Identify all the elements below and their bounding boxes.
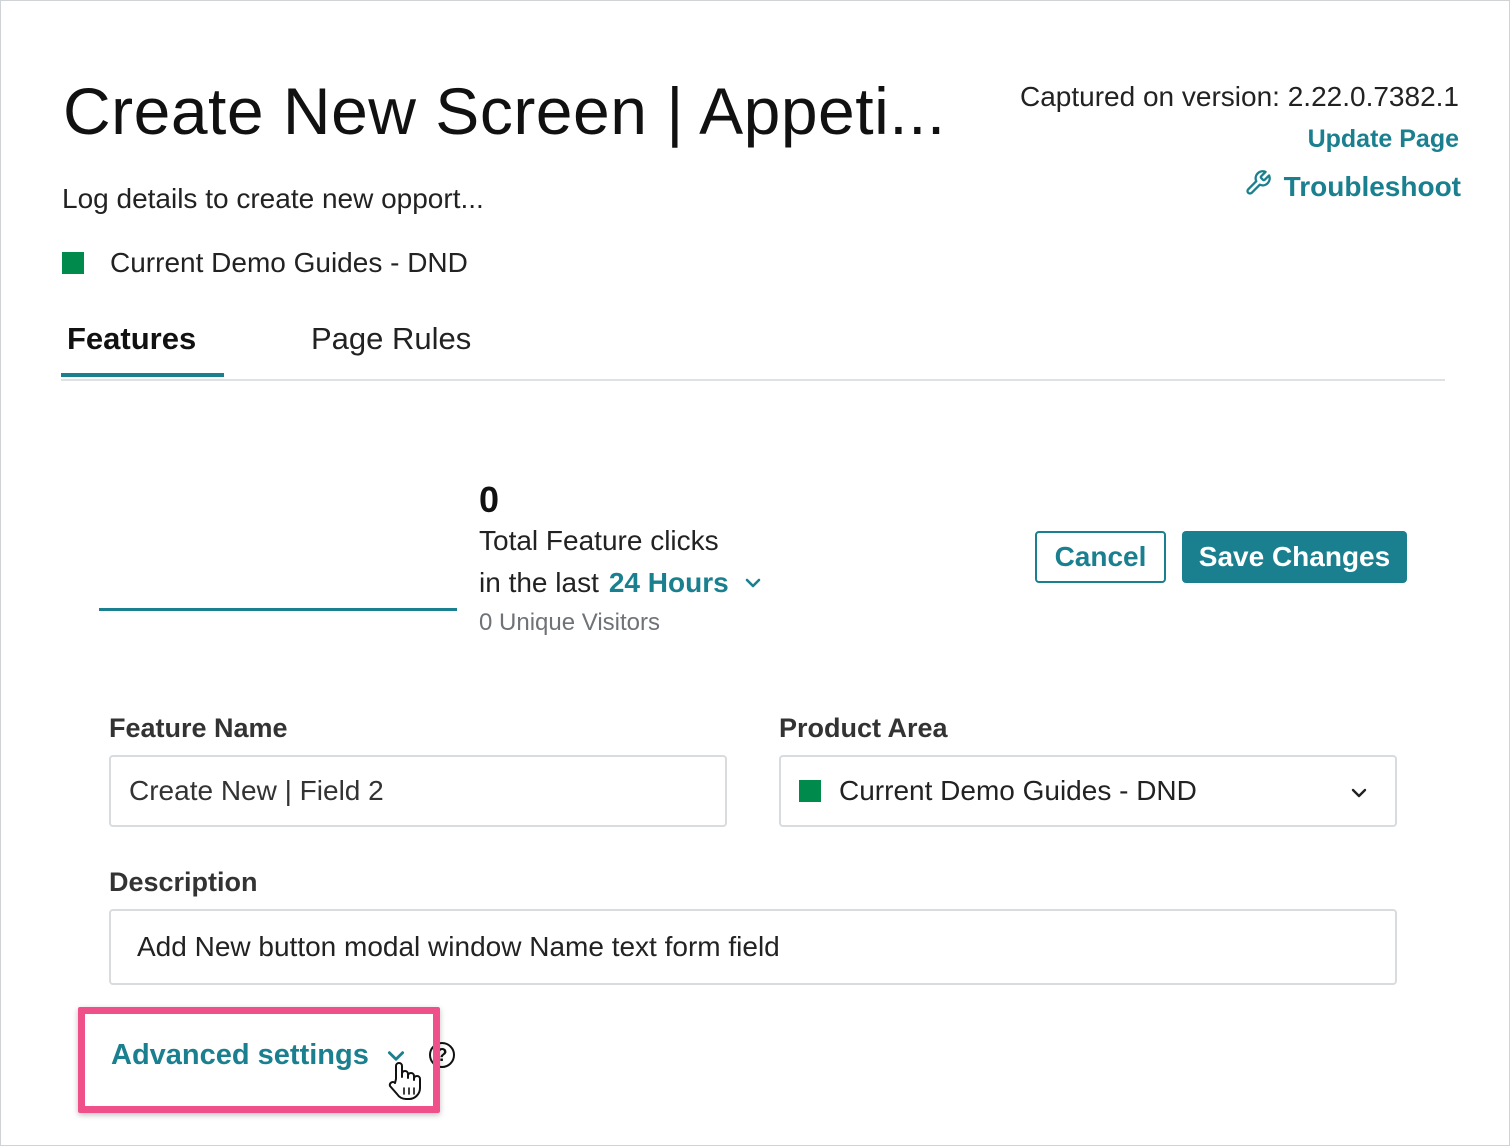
save-changes-button[interactable]: Save Changes xyxy=(1182,531,1407,583)
feature-name-label: Feature Name xyxy=(109,713,288,743)
version-text: Captured on version: 2.22.0.7382.1 xyxy=(1020,81,1459,112)
page-subtitle: Log details to create new opport... xyxy=(62,183,484,214)
time-range-prefix: in the last xyxy=(479,567,599,598)
troubleshoot-link[interactable]: Troubleshoot xyxy=(1244,169,1461,204)
cancel-button[interactable]: Cancel xyxy=(1035,531,1166,583)
chevron-down-icon[interactable] xyxy=(743,573,763,593)
help-icon[interactable]: ? xyxy=(429,1042,455,1068)
clicks-chart-line xyxy=(99,608,457,611)
wrench-icon xyxy=(1244,169,1284,204)
product-area-select-value: Current Demo Guides - DND xyxy=(839,775,1197,806)
page-frame: Create New Screen | Appeti... Log detail… xyxy=(0,0,1510,1146)
product-area-indicator: Current Demo Guides - DND xyxy=(62,247,468,279)
troubleshoot-label: Troubleshoot xyxy=(1283,170,1461,202)
product-area-swatch xyxy=(62,252,84,274)
tab-page-rules[interactable]: Page Rules xyxy=(311,321,471,357)
time-range-dropdown[interactable]: 24 Hours xyxy=(609,567,729,599)
description-label: Description xyxy=(109,867,258,897)
product-area-select[interactable]: Current Demo Guides - DND xyxy=(779,755,1397,827)
time-range-value: 24 Hours xyxy=(608,567,729,598)
hand-pointer-icon xyxy=(387,1061,423,1106)
product-area-label: Product Area xyxy=(779,713,948,743)
time-range-row: in the last 24 Hours xyxy=(479,567,763,599)
description-input[interactable]: Add New button modal window Name text fo… xyxy=(109,909,1397,985)
update-page-link[interactable]: Update Page xyxy=(1308,125,1459,154)
advanced-settings-toggle[interactable]: Advanced settings xyxy=(111,1039,407,1072)
description-value: Add New button modal window Name text fo… xyxy=(137,931,780,962)
advanced-settings-label: Advanced settings xyxy=(111,1039,369,1071)
tab-features[interactable]: Features xyxy=(60,321,225,377)
chevron-down-icon xyxy=(1349,783,1369,803)
clicks-count: 0 xyxy=(479,479,500,520)
page-title: Create New Screen | Appeti... xyxy=(63,74,946,148)
tab-bar: Features Page Rules xyxy=(60,321,1445,381)
clicks-label: Total Feature clicks xyxy=(479,525,719,556)
unique-visitors: 0 Unique Visitors xyxy=(479,609,660,636)
feature-name-input[interactable]: Create New | Field 2 xyxy=(109,755,727,827)
feature-name-value: Create New | Field 2 xyxy=(129,775,384,806)
product-area-name: Current Demo Guides - DND xyxy=(110,247,468,278)
product-area-select-swatch xyxy=(799,780,821,802)
help-glyph: ? xyxy=(436,1044,448,1065)
